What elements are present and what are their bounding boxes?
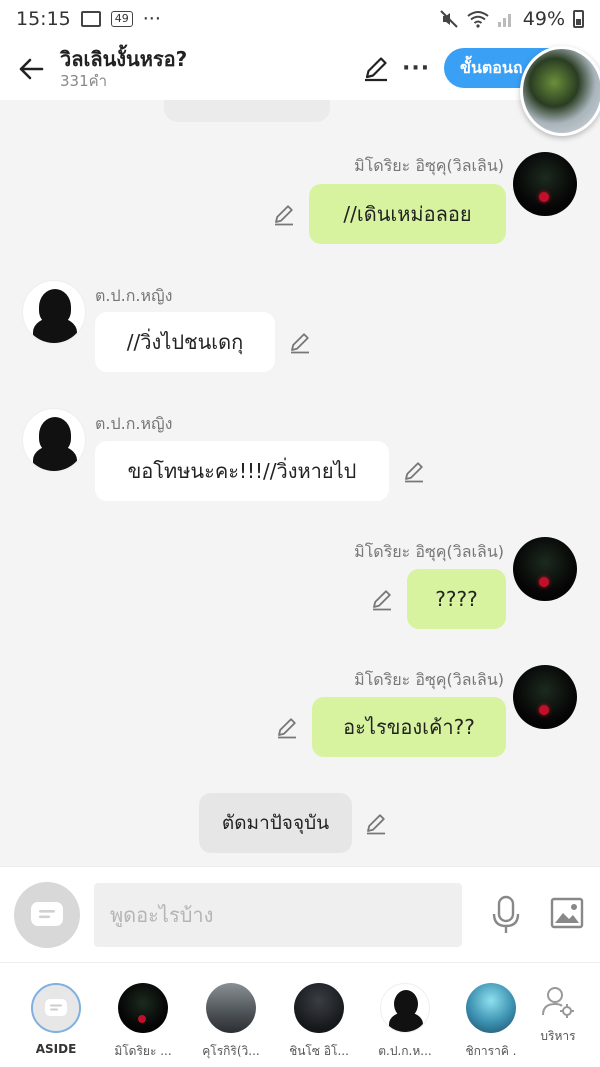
author-avatar[interactable] <box>22 408 86 472</box>
manage-label: บริหาร <box>540 1029 576 1043</box>
character-aside[interactable]: ASIDE <box>13 983 99 1056</box>
aside-toggle-button[interactable] <box>14 882 80 948</box>
status-time: 15:15 <box>16 8 71 30</box>
word-count: 331คำ <box>60 72 108 90</box>
gallery-notification-icon <box>80 11 101 27</box>
story-title: วิลเลินงั้นหรอ? <box>60 47 188 71</box>
character-kurogiri[interactable]: คุโรกิริ(วิ... <box>188 983 274 1061</box>
more-notifications-icon: ··· <box>142 8 161 30</box>
message-input-bar <box>0 866 600 962</box>
author-avatar[interactable] <box>22 280 86 344</box>
mute-icon <box>440 10 458 28</box>
arrow-left-icon <box>19 58 44 80</box>
character-name: ชินโซ อิโ... <box>289 1044 349 1058</box>
edit-story-button[interactable] <box>362 54 390 82</box>
character-name: คุโรกิริ(วิ... <box>202 1044 260 1058</box>
image-icon[interactable] <box>550 897 584 929</box>
manage-characters-button[interactable]: บริหาร <box>528 985 588 1046</box>
chat-area[interactable]: มิโดริยะ อิซุคุ(วิลเลิน) //เดินเหม่อลอย … <box>0 100 600 866</box>
wifi-icon <box>467 11 489 28</box>
floating-character-avatar[interactable] <box>520 46 600 136</box>
character-name: ชิการาคิ . <box>465 1044 517 1058</box>
character-name: ต.ป.ก.ห... <box>378 1044 432 1058</box>
pencil-icon[interactable] <box>364 811 388 835</box>
pencil-icon[interactable] <box>402 459 426 483</box>
message-author: มิโดริยะ อิซุคุ(วิลเลิน) <box>354 542 504 561</box>
chat-bubble-icon <box>31 902 63 926</box>
user-settings-icon <box>542 987 574 1018</box>
more-options-button[interactable]: ··· <box>402 56 430 81</box>
character-shigaraki[interactable]: ชิการาคิ . <box>448 983 534 1061</box>
narration-bubble[interactable]: ตัดมาปัจจุบัน <box>199 793 352 853</box>
character-avatar <box>466 983 516 1033</box>
character-avatar <box>206 983 256 1033</box>
message-bubble[interactable]: //วิ่งไปชนเดกุ <box>95 312 275 372</box>
aside-avatar <box>31 983 81 1033</box>
character-police-female[interactable]: ต.ป.ก.ห... <box>362 983 448 1061</box>
back-button[interactable] <box>16 54 46 84</box>
message-input[interactable] <box>94 883 462 947</box>
character-avatar <box>294 983 344 1033</box>
pencil-icon[interactable] <box>288 330 312 354</box>
pencil-icon <box>365 57 387 82</box>
message-author: ต.ป.ก.หญิง <box>95 414 173 433</box>
character-avatar <box>380 983 430 1033</box>
character-shinso[interactable]: ชินโซ อิโ... <box>276 983 362 1061</box>
character-avatar <box>118 983 168 1033</box>
character-midoriya[interactable]: มิโดริยะ ... <box>100 983 186 1061</box>
microphone-icon[interactable] <box>490 895 522 935</box>
author-avatar[interactable] <box>513 537 577 601</box>
pencil-icon[interactable] <box>272 202 296 226</box>
previous-message-stub <box>164 100 330 122</box>
message-bubble[interactable]: //เดินเหม่อลอย <box>309 184 506 244</box>
signal-icon <box>497 14 511 27</box>
message-bubble[interactable]: อะไรของเค้า?? <box>312 697 506 757</box>
author-avatar[interactable] <box>513 665 577 729</box>
message-bubble[interactable]: ขอโทษนะคะ!!!//วิ่งหายไป <box>95 441 389 501</box>
status-bar: 15:15 49 ··· 49% <box>0 0 600 38</box>
author-avatar[interactable] <box>513 152 577 216</box>
character-name: มิโดริยะ ... <box>114 1044 172 1058</box>
pencil-icon[interactable] <box>275 715 299 739</box>
character-selector-bar: ASIDE มิโดริยะ ... คุโรกิริ(วิ... ชินโซ … <box>0 962 600 1067</box>
character-name: ASIDE <box>35 1042 77 1056</box>
chat-bubble-icon <box>45 999 67 1016</box>
battery-icon <box>573 10 584 28</box>
message-bubble[interactable]: ???? <box>407 569 506 629</box>
notification-badge: 49 <box>110 11 133 27</box>
pencil-icon[interactable] <box>370 587 394 611</box>
message-author: ต.ป.ก.หญิง <box>95 286 173 305</box>
message-author: มิโดริยะ อิซุคุ(วิลเลิน) <box>354 670 504 689</box>
battery-percentage: 49% <box>522 8 565 30</box>
chat-header: วิลเลินงั้นหรอ? 331คำ ··· ขั้นตอนถ <box>0 38 600 100</box>
message-author: มิโดริยะ อิซุคุ(วิลเลิน) <box>354 156 504 175</box>
